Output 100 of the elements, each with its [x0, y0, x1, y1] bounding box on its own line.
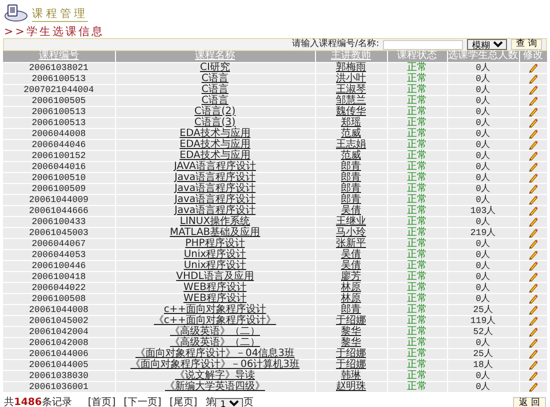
course-link[interactable]: PHP程序设计 — [185, 238, 245, 248]
course-link[interactable]: Unix程序设计 — [184, 260, 246, 270]
mode-dropdown[interactable]: 模糊 — [467, 39, 508, 50]
course-link[interactable]: C语言 — [202, 94, 228, 106]
course-link[interactable]: Java语言程序设计 — [174, 172, 256, 182]
teacher-link[interactable]: 王淑琴 — [336, 84, 366, 94]
pencil-icon[interactable] — [528, 184, 538, 194]
pencil-icon[interactable] — [528, 304, 538, 314]
pencil-icon[interactable] — [528, 106, 538, 116]
teacher-link[interactable]: 洪小叶 — [336, 72, 366, 84]
pencil-icon[interactable] — [528, 206, 538, 216]
course-link[interactable]: VHDL语言及应用 — [176, 270, 254, 282]
pager-link[interactable]: [首页] — [88, 397, 116, 407]
pencil-icon[interactable] — [528, 162, 538, 172]
pencil-icon[interactable] — [528, 294, 538, 304]
course-link[interactable]: Java语言程序设计 — [174, 182, 256, 194]
teacher-link[interactable]: 马小玲 — [336, 226, 366, 238]
pencil-icon[interactable] — [528, 150, 538, 160]
teacher-link[interactable]: 郎青 — [341, 172, 361, 182]
teacher-link[interactable]: 吴倩 — [341, 204, 361, 216]
teacher-link[interactable]: 郭梅雨 — [336, 62, 366, 72]
teacher-link[interactable]: 吴倩 — [341, 260, 361, 270]
teacher-link[interactable]: 王志娟 — [336, 138, 366, 150]
course-link[interactable]: 《高级英语》（二） — [170, 326, 260, 336]
course-link[interactable]: C语言 — [202, 72, 228, 84]
teacher-link[interactable]: 王继业 — [336, 216, 366, 226]
teacher-link[interactable]: 赵明珠 — [336, 380, 366, 392]
pencil-icon[interactable] — [528, 216, 538, 226]
course-link[interactable]: LINUX操作系统 — [180, 216, 250, 226]
pencil-icon[interactable] — [528, 62, 538, 72]
pencil-icon[interactable] — [528, 348, 538, 358]
course-link[interactable]: Java语言程序设计 — [174, 204, 256, 216]
pencil-icon[interactable] — [528, 316, 538, 326]
teacher-link[interactable]: 于绍娜 — [336, 358, 366, 370]
pencil-icon[interactable] — [528, 84, 538, 94]
status-cell: 正常 — [387, 249, 447, 260]
pager-link[interactable]: [下一页] — [124, 397, 162, 407]
pencil-icon[interactable] — [528, 172, 538, 182]
teacher-link[interactable]: 郑瑶 — [341, 116, 361, 128]
pencil-icon[interactable] — [528, 128, 538, 138]
table-cell: 0人 — [447, 183, 519, 194]
pencil-icon[interactable] — [528, 238, 538, 248]
course-link[interactable]: Java语言程序设计 — [174, 194, 256, 204]
pencil-icon[interactable] — [528, 250, 538, 260]
teacher-link[interactable]: 郎青 — [341, 304, 361, 314]
course-link[interactable]: 《c++面向对象程序设计》 — [154, 314, 276, 326]
teacher-link[interactable]: 魏传华 — [336, 106, 366, 116]
course-link[interactable]: C语言 — [202, 84, 228, 94]
teacher-link[interactable]: 范威 — [341, 150, 361, 160]
pencil-icon[interactable] — [528, 260, 538, 270]
course-link[interactable]: EDA技术与应用 — [180, 150, 250, 160]
pencil-icon[interactable] — [528, 382, 538, 392]
course-link[interactable]: JAVA语言程序设计 — [174, 160, 256, 172]
teacher-link[interactable]: 林原 — [341, 292, 361, 304]
course-link[interactable]: CI研究 — [200, 62, 230, 72]
teacher-link[interactable]: 郎青 — [341, 194, 361, 204]
pencil-icon[interactable] — [528, 282, 538, 292]
teacher-link[interactable]: 吴倩 — [341, 248, 361, 260]
course-link[interactable]: 《面向对象程序设计》－04信息3班 — [135, 348, 295, 358]
search-button[interactable]: 查 询 — [511, 39, 542, 50]
pencil-icon[interactable] — [528, 326, 538, 336]
course-link[interactable]: 《面向对象程序设计》－06计算机3班 — [130, 358, 300, 370]
course-link[interactable]: c++面向对象程序设计 — [164, 304, 266, 314]
pencil-icon[interactable] — [528, 370, 538, 380]
teacher-link[interactable]: 林原 — [341, 282, 361, 292]
teacher-link[interactable]: 邹慧兰 — [336, 94, 366, 106]
back-button[interactable]: 返 回 — [513, 396, 546, 407]
pencil-icon[interactable] — [528, 272, 538, 282]
teacher-link[interactable]: 郎青 — [341, 182, 361, 194]
course-link[interactable]: WEB程序设计 — [183, 282, 247, 292]
teacher-link[interactable]: 黎华 — [341, 336, 361, 348]
pencil-icon[interactable] — [528, 140, 538, 150]
course-link[interactable]: EDA技术与应用 — [180, 138, 250, 150]
search-field[interactable] — [383, 40, 464, 50]
teacher-link[interactable]: 于绍娜 — [336, 314, 366, 326]
page-dropdown[interactable]: 1 — [215, 398, 244, 407]
pencil-icon[interactable] — [528, 338, 538, 348]
course-link[interactable]: EDA技术与应用 — [180, 128, 250, 138]
teacher-link[interactable]: 张新平 — [336, 238, 366, 248]
pencil-icon[interactable] — [528, 228, 538, 238]
pencil-icon[interactable] — [528, 360, 538, 370]
course-link[interactable]: Unix程序设计 — [184, 248, 246, 260]
pencil-icon[interactable] — [528, 96, 538, 106]
course-link[interactable]: MATLAB基础及应用 — [170, 226, 260, 238]
course-link[interactable]: 《新编大学英语四级》 — [165, 380, 265, 392]
teacher-link[interactable]: 于绍娜 — [336, 348, 366, 358]
teacher-link[interactable]: 范威 — [341, 128, 361, 138]
teacher-link[interactable]: 郎青 — [341, 160, 361, 172]
pager-link[interactable]: [尾页] — [169, 397, 198, 407]
course-link[interactable]: C语言(2) — [194, 106, 236, 116]
pencil-icon[interactable] — [528, 118, 538, 128]
course-link[interactable]: 《说文解字》导读 — [175, 370, 255, 380]
teacher-link[interactable]: 廖芳 — [341, 270, 361, 282]
pencil-icon[interactable] — [528, 194, 538, 204]
course-link[interactable]: WEB程序设计 — [183, 292, 247, 304]
course-link[interactable]: 《高级英语》（二） — [170, 336, 260, 348]
pencil-icon[interactable] — [528, 74, 538, 84]
teacher-link[interactable]: 韩琳 — [341, 370, 361, 380]
teacher-link[interactable]: 黎华 — [341, 326, 361, 336]
course-link[interactable]: C语言(3) — [194, 116, 236, 128]
